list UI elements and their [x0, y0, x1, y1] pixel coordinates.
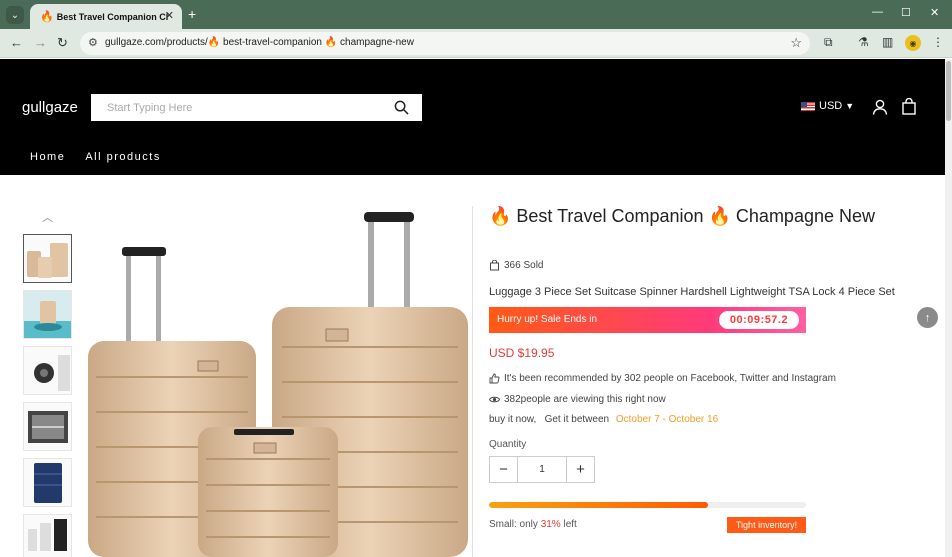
- tab-search-button[interactable]: ⌄: [6, 6, 24, 24]
- thumbnail-1[interactable]: [23, 234, 72, 283]
- inventory-progress-bar: [489, 502, 806, 508]
- tab-close-icon[interactable]: ✕: [165, 9, 174, 22]
- extensions-icon[interactable]: ⧉: [824, 35, 833, 50]
- browser-tab[interactable]: 🔥 Best Travel Companion Champagne New ✕: [30, 4, 182, 29]
- wheel-thumb-image: [34, 355, 70, 391]
- product-price: USD $19.95: [489, 346, 555, 360]
- sold-count: 366 Sold: [489, 260, 543, 271]
- increase-quantity-button[interactable]: +: [567, 457, 594, 482]
- arrow-up-icon[interactable]: ↑: [917, 307, 938, 328]
- url-text: gullgaze.com/products/🔥 best-travel-comp…: [105, 37, 414, 48]
- currency-selector[interactable]: USD ▼: [801, 100, 854, 112]
- page-scrollbar[interactable]: [945, 59, 952, 557]
- thumbnail-2[interactable]: [23, 290, 72, 339]
- stock-text: Small: only 31% left: [489, 519, 577, 530]
- column-divider: [472, 206, 473, 557]
- thumbnail-4[interactable]: [23, 402, 72, 451]
- size-chart-thumb-image: [28, 519, 67, 551]
- viewing-text: 382people are viewing this right now: [504, 394, 666, 405]
- quantity-stepper: − 1 +: [489, 456, 595, 483]
- chevron-up-icon[interactable]: ︿: [42, 209, 53, 225]
- quantity-label: Quantity: [489, 439, 527, 450]
- user-icon[interactable]: [872, 99, 888, 115]
- pool-thumb-image: [24, 301, 71, 338]
- recommend-text: It's been recommended by 302 people on F…: [504, 373, 836, 384]
- menu-icon[interactable]: ⋮: [932, 35, 944, 49]
- us-flag-icon: [801, 101, 815, 111]
- currency-label: USD: [819, 100, 843, 112]
- cart-icon[interactable]: [902, 98, 916, 115]
- browser-tabbar: ⌄ 🔥 Best Travel Companion Champagne New …: [0, 0, 952, 29]
- site-info-icon[interactable]: ⚙: [88, 36, 98, 49]
- stock-percent: 31%: [540, 519, 561, 530]
- close-window-icon[interactable]: ✕: [930, 6, 939, 19]
- browser-toolbar: ← → ↻ ⚙ gullgaze.com/products/🔥 best-tra…: [0, 29, 952, 58]
- store-header: gullgaze USD ▼ Home All products: [0, 74, 945, 175]
- main-product-image[interactable]: [86, 207, 472, 557]
- search-box: [91, 94, 422, 121]
- store-logo[interactable]: gullgaze: [22, 99, 78, 116]
- decrease-quantity-button[interactable]: −: [490, 457, 517, 482]
- search-icon[interactable]: [394, 100, 409, 115]
- nav-all-products[interactable]: All products: [85, 151, 160, 163]
- main-nav: Home All products: [30, 151, 161, 163]
- labs-flask-icon[interactable]: ⚗: [858, 35, 869, 49]
- side-panel-icon[interactable]: ▥: [882, 35, 893, 49]
- bookmark-star-icon[interactable]: ☆: [790, 35, 802, 51]
- nav-home[interactable]: Home: [30, 151, 65, 163]
- viewing-line: 382people are viewing this right now: [489, 394, 666, 405]
- fire-icon: 🔥: [40, 11, 54, 23]
- thumbnail-3[interactable]: [23, 346, 72, 395]
- eye-icon: [489, 396, 500, 403]
- countdown-timer: 00:09:57.2: [719, 311, 799, 329]
- new-tab-icon[interactable]: +: [188, 6, 196, 22]
- back-icon[interactable]: ←: [10, 35, 23, 50]
- recommend-line: It's been recommended by 302 people on F…: [489, 373, 836, 384]
- bag-icon: [490, 260, 499, 271]
- announcement-bar: [0, 59, 945, 74]
- product-subtitle: Luggage 3 Piece Set Suitcase Spinner Har…: [489, 286, 895, 298]
- sold-text: 366 Sold: [504, 260, 544, 271]
- search-input[interactable]: [91, 94, 391, 121]
- delivery-prefix: buy it now, Get it between: [489, 414, 612, 425]
- thumbs-up-icon: [489, 373, 500, 384]
- tight-inventory-badge: Tight inventory!: [727, 517, 806, 533]
- tab-title: Best Travel Companion Champagne New: [56, 11, 169, 22]
- minimize-icon[interactable]: —: [872, 6, 883, 18]
- chevron-down-icon: ▼: [845, 101, 855, 111]
- delivery-dates: October 7 - October 16: [615, 414, 719, 425]
- scrollbar-thumb[interactable]: [946, 61, 951, 121]
- thumbnail-5[interactable]: [23, 458, 72, 507]
- inventory-progress-fill: [489, 502, 708, 508]
- sale-text: Hurry up! Sale Ends in: [497, 314, 598, 325]
- web-page: gullgaze USD ▼ Home All products ︿: [0, 59, 945, 557]
- quantity-value[interactable]: 1: [517, 457, 567, 482]
- thumbnail-6[interactable]: [23, 514, 72, 557]
- delivery-line: buy it now, Get it between October 7 - O…: [489, 414, 718, 425]
- profile-avatar[interactable]: ◉: [905, 35, 921, 51]
- interior-thumb-image: [28, 411, 68, 443]
- forward-icon[interactable]: →: [34, 35, 47, 50]
- stock-suffix: left: [560, 519, 577, 530]
- navy-luggage-thumb-image: [34, 463, 62, 503]
- reload-icon[interactable]: ↻: [57, 35, 68, 51]
- stock-prefix: Small: only: [489, 519, 541, 530]
- maximize-icon[interactable]: ☐: [901, 6, 911, 19]
- address-bar[interactable]: ⚙ gullgaze.com/products/🔥 best-travel-co…: [80, 32, 810, 55]
- product-title: 🔥 Best Travel Companion 🔥 Champagne New: [489, 206, 875, 226]
- sale-countdown-bar: Hurry up! Sale Ends in 00:09:57.2: [489, 307, 806, 333]
- luggage-thumb-image: [27, 243, 68, 278]
